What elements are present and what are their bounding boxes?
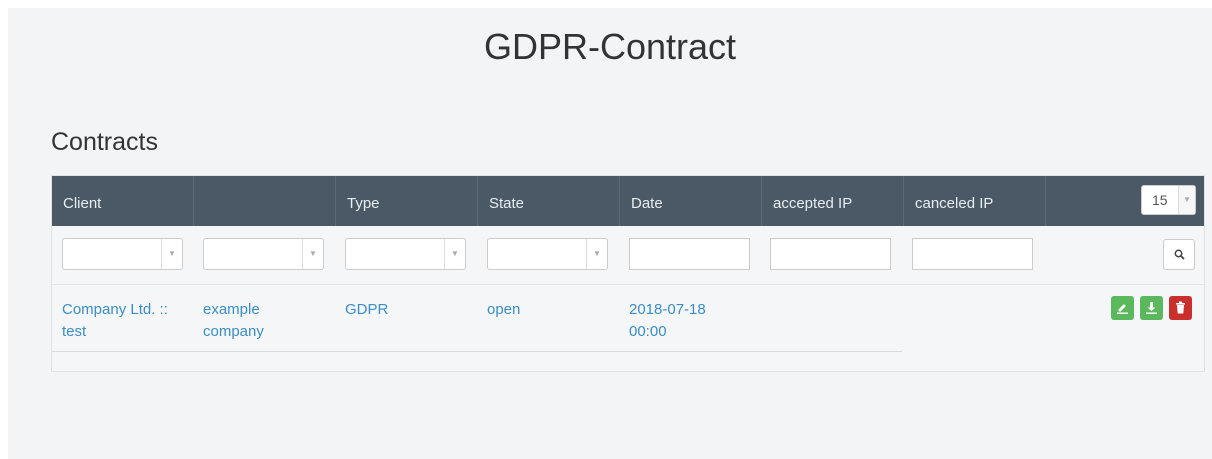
column-header-accepted-ip[interactable]: accepted IP (762, 176, 904, 226)
page: GDPR-Contract Contracts Client Type Stat… (8, 8, 1212, 459)
state-filter-select[interactable]: ▼ (487, 238, 608, 270)
table-row: Company Ltd. :: test example company GDP… (52, 284, 902, 352)
canceled-ip-filter-input[interactable] (912, 238, 1033, 270)
column-header-company (194, 176, 336, 226)
column-header-date[interactable]: Date (620, 176, 762, 226)
page-size-value: 15 (1152, 192, 1168, 208)
row-actions-cell (902, 284, 1204, 351)
company-line1: example (203, 301, 260, 318)
section-title: Contracts (51, 128, 158, 156)
column-header-type[interactable]: Type (336, 176, 478, 226)
search-icon (1174, 249, 1185, 260)
row-actions (1111, 296, 1195, 320)
table-header: Client Type State Date accepted IP cance… (52, 176, 1204, 226)
delete-button[interactable] (1169, 296, 1192, 320)
contracts-table: Client Type State Date accepted IP cance… (51, 175, 1205, 372)
company-line2: company (203, 323, 264, 340)
client-cell[interactable]: Company Ltd. :: test (62, 299, 168, 343)
type-filter-select[interactable]: ▼ (345, 238, 466, 270)
filter-row: ▼ ▼ ▼ ▼ (52, 226, 1204, 285)
chevron-down-icon: ▼ (161, 239, 182, 269)
date-day: 2018-07-18 (629, 301, 706, 318)
date-time: 00:00 (629, 323, 667, 340)
column-header-client[interactable]: Client (52, 176, 194, 226)
state-cell[interactable]: open (487, 299, 520, 321)
chevron-down-icon: ▼ (586, 239, 607, 269)
client-name: Company Ltd. :: (62, 301, 168, 318)
search-button[interactable] (1163, 239, 1195, 270)
column-header-canceled-ip[interactable]: canceled IP (904, 176, 1046, 226)
signature-icon (1117, 304, 1128, 314)
company-filter-select[interactable]: ▼ (203, 238, 324, 270)
download-button[interactable] (1140, 296, 1163, 320)
download-icon (1146, 302, 1157, 314)
date-filter-input[interactable] (629, 238, 750, 270)
client-filter-select[interactable]: ▼ (62, 238, 183, 270)
accepted-ip-filter-input[interactable] (770, 238, 891, 270)
company-cell[interactable]: example company (203, 299, 264, 343)
page-size-select[interactable]: 15 ▼ (1141, 185, 1196, 215)
column-header-state[interactable]: State (478, 176, 620, 226)
client-sub: test (62, 323, 87, 340)
chevron-down-icon: ▼ (302, 239, 323, 269)
trash-icon (1176, 301, 1185, 314)
sign-contract-button[interactable] (1111, 296, 1134, 320)
chevron-down-icon: ▼ (444, 239, 465, 269)
page-title: GDPR-Contract (483, 26, 737, 67)
chevron-down-icon: ▼ (1178, 186, 1195, 214)
type-cell[interactable]: GDPR (345, 299, 388, 321)
date-cell[interactable]: 2018-07-18 00:00 (629, 299, 706, 343)
